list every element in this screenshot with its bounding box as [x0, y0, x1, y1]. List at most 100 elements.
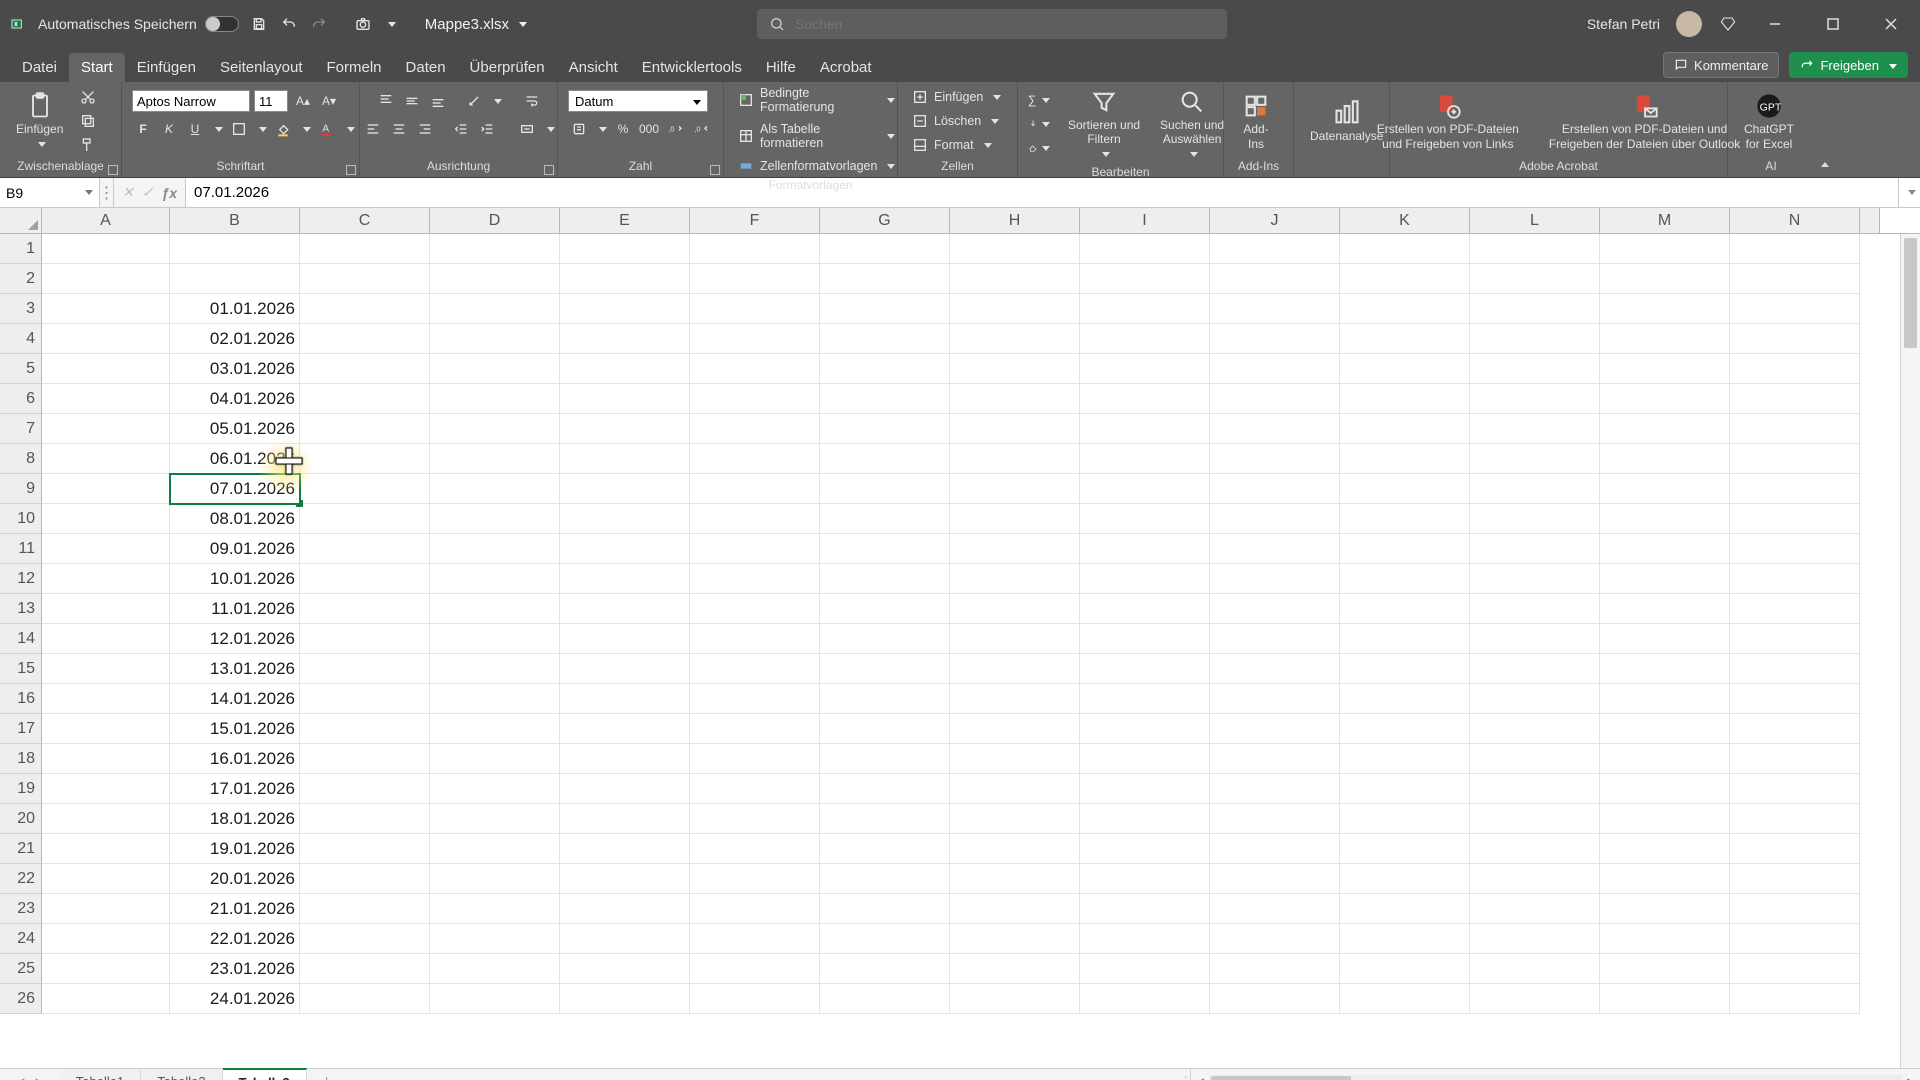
ribbon-tab-datei[interactable]: Datei	[10, 53, 69, 82]
cell-L6[interactable]	[1470, 384, 1600, 414]
cell-I25[interactable]	[1080, 954, 1210, 984]
cell-G7[interactable]	[820, 414, 950, 444]
comma-style-icon[interactable]: 000	[638, 118, 660, 140]
cell-J1[interactable]	[1210, 234, 1340, 264]
cell-A22[interactable]	[42, 864, 170, 894]
cell-K23[interactable]	[1340, 894, 1470, 924]
cell-D26[interactable]	[430, 984, 560, 1014]
row-header-24[interactable]: 24	[0, 924, 42, 954]
cell-K8[interactable]	[1340, 444, 1470, 474]
formula-input[interactable]	[186, 178, 1898, 207]
cell-J24[interactable]	[1210, 924, 1340, 954]
cell-J25[interactable]	[1210, 954, 1340, 984]
camera-icon[interactable]	[353, 14, 373, 34]
cell-A2[interactable]	[42, 264, 170, 294]
cell-J23[interactable]	[1210, 894, 1340, 924]
ribbon-tab-entwicklertools[interactable]: Entwicklertools	[630, 53, 754, 82]
underline-dropdown[interactable]	[210, 118, 224, 140]
cell-M2[interactable]	[1600, 264, 1730, 294]
cell-E6[interactable]	[560, 384, 690, 414]
cell-J11[interactable]	[1210, 534, 1340, 564]
select-all-corner[interactable]	[0, 208, 42, 233]
cell-M9[interactable]	[1600, 474, 1730, 504]
cell-A15[interactable]	[42, 654, 170, 684]
decrease-indent-icon[interactable]	[450, 118, 472, 140]
cell-A16[interactable]	[42, 684, 170, 714]
cell-M8[interactable]	[1600, 444, 1730, 474]
cell-A21[interactable]	[42, 834, 170, 864]
ribbon-tab-seitenlayout[interactable]: Seitenlayout	[208, 53, 315, 82]
increase-indent-icon[interactable]	[476, 118, 498, 140]
cell-F22[interactable]	[690, 864, 820, 894]
cell-B23[interactable]: 21.01.2026	[170, 894, 300, 924]
cell-J22[interactable]	[1210, 864, 1340, 894]
cell-B8[interactable]: 06.01.2026	[170, 444, 300, 474]
column-header-H[interactable]: H	[950, 208, 1080, 233]
cell-F19[interactable]	[690, 774, 820, 804]
cell-J13[interactable]	[1210, 594, 1340, 624]
cell-K16[interactable]	[1340, 684, 1470, 714]
cell-G13[interactable]	[820, 594, 950, 624]
orientation-dropdown[interactable]	[489, 90, 503, 112]
cell-K7[interactable]	[1340, 414, 1470, 444]
cell-B4[interactable]: 02.01.2026	[170, 324, 300, 354]
borders-icon[interactable]	[228, 118, 250, 140]
cell-N1[interactable]	[1730, 234, 1860, 264]
cell-F25[interactable]	[690, 954, 820, 984]
cell-I16[interactable]	[1080, 684, 1210, 714]
create-pdf-outlook-button[interactable]: Erstellen von PDF-Dateien und Freigeben …	[1543, 88, 1746, 153]
cell-G22[interactable]	[820, 864, 950, 894]
cell-B18[interactable]: 16.01.2026	[170, 744, 300, 774]
row-header-23[interactable]: 23	[0, 894, 42, 924]
cell-N8[interactable]	[1730, 444, 1860, 474]
number-format-select[interactable]: Datum	[568, 90, 708, 112]
ribbon-tab-acrobat[interactable]: Acrobat	[808, 53, 884, 82]
cell-K4[interactable]	[1340, 324, 1470, 354]
cell-G18[interactable]	[820, 744, 950, 774]
cell-H14[interactable]	[950, 624, 1080, 654]
cell-N3[interactable]	[1730, 294, 1860, 324]
scroll-left-icon[interactable]: ◄	[1191, 1074, 1209, 1080]
cell-M22[interactable]	[1600, 864, 1730, 894]
cell-D8[interactable]	[430, 444, 560, 474]
cell-B7[interactable]: 05.01.2026	[170, 414, 300, 444]
diamond-icon[interactable]	[1718, 14, 1738, 34]
cell-E11[interactable]	[560, 534, 690, 564]
increase-decimal-icon[interactable]: ,0	[664, 118, 686, 140]
cell-I26[interactable]	[1080, 984, 1210, 1014]
chatgpt-excel-button[interactable]: GPT ChatGPT for Excel	[1738, 88, 1800, 153]
ribbon-tab-formeln[interactable]: Formeln	[315, 53, 394, 82]
cell-K21[interactable]	[1340, 834, 1470, 864]
cell-H26[interactable]	[950, 984, 1080, 1014]
cell-E4[interactable]	[560, 324, 690, 354]
column-header-C[interactable]: C	[300, 208, 430, 233]
cell-F12[interactable]	[690, 564, 820, 594]
cell-A4[interactable]	[42, 324, 170, 354]
cell-G16[interactable]	[820, 684, 950, 714]
cell-J9[interactable]	[1210, 474, 1340, 504]
cell-H24[interactable]	[950, 924, 1080, 954]
scroll-thumb[interactable]	[1904, 238, 1917, 348]
cell-L24[interactable]	[1470, 924, 1600, 954]
cell-G6[interactable]	[820, 384, 950, 414]
cell-L21[interactable]	[1470, 834, 1600, 864]
decrease-decimal-icon[interactable]: ,0	[690, 118, 712, 140]
cell-J12[interactable]	[1210, 564, 1340, 594]
cell-N20[interactable]	[1730, 804, 1860, 834]
cell-I2[interactable]	[1080, 264, 1210, 294]
cell-I3[interactable]	[1080, 294, 1210, 324]
cell-B21[interactable]: 19.01.2026	[170, 834, 300, 864]
cell-D6[interactable]	[430, 384, 560, 414]
cell-A5[interactable]	[42, 354, 170, 384]
cell-A26[interactable]	[42, 984, 170, 1014]
cell-F11[interactable]	[690, 534, 820, 564]
cell-M1[interactable]	[1600, 234, 1730, 264]
increase-font-icon[interactable]: A▴	[292, 90, 314, 112]
column-header-I[interactable]: I	[1080, 208, 1210, 233]
cell-C10[interactable]	[300, 504, 430, 534]
cell-B25[interactable]: 23.01.2026	[170, 954, 300, 984]
column-header-A[interactable]: A	[42, 208, 170, 233]
cell-C2[interactable]	[300, 264, 430, 294]
cell-F15[interactable]	[690, 654, 820, 684]
sort-filter-button[interactable]: Sortieren und Filtern	[1062, 84, 1146, 163]
